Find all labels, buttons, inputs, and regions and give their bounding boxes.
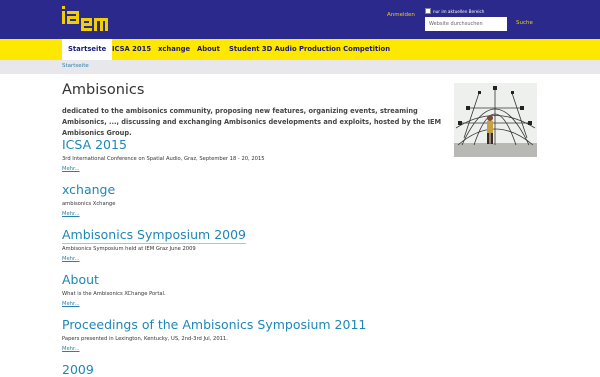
search-button[interactable]: Suche [516,20,533,26]
breadcrumb [0,60,600,74]
login-link[interactable]: Anmelden [387,12,415,18]
section-description: Ambisonics Symposium held at IEM Graz Ju… [62,246,196,252]
more-link[interactable]: Mehr... [62,256,80,262]
breadcrumb-home[interactable]: Startseite [62,63,89,69]
search-scope[interactable]: nur im aktuellen Bereich [425,8,484,14]
iem-logo[interactable] [61,5,109,35]
more-link[interactable]: Mehr... [62,166,80,172]
nav-item-about[interactable]: About [197,39,220,60]
scope-label: nur im aktuellen Bereich [433,8,485,14]
search-input[interactable]: Website durchsuchen [425,17,507,31]
more-link[interactable]: Mehr... [62,301,80,307]
section-description: What is the Ambisonics XChange Portal. [62,291,166,297]
section-title[interactable]: xchange [62,182,115,197]
section-title[interactable]: ICSA 2015 [62,137,127,152]
nav-item-student-competition[interactable]: Student 3D Audio Production Competition [229,39,390,60]
nav-item-xchange[interactable]: xchange [158,39,190,60]
more-link[interactable]: Mehr... [62,346,80,352]
ambisonics-dome-photo [454,83,537,157]
section-title[interactable]: Ambisonics Symposium 2009 [62,227,247,244]
more-link[interactable]: Mehr... [62,211,80,217]
nav-item-icsa-2015[interactable]: ICSA 2015 [112,39,151,60]
section-description: 3rd International Conference on Spatial … [62,156,265,162]
section-description: ambisonics Xchange [62,201,116,207]
section-title[interactable]: Proceedings of the Ambisonics Symposium … [62,317,366,332]
section-title[interactable]: About [62,272,99,287]
scope-checkbox[interactable] [425,8,431,14]
page-title: Ambisonics [62,82,145,98]
section-description: Papers presented in Lexington, Kentucky,… [62,336,228,342]
nav-item-startseite[interactable]: Startseite [62,39,113,60]
page-description: dedicated to the ambisonics community, p… [62,107,442,137]
